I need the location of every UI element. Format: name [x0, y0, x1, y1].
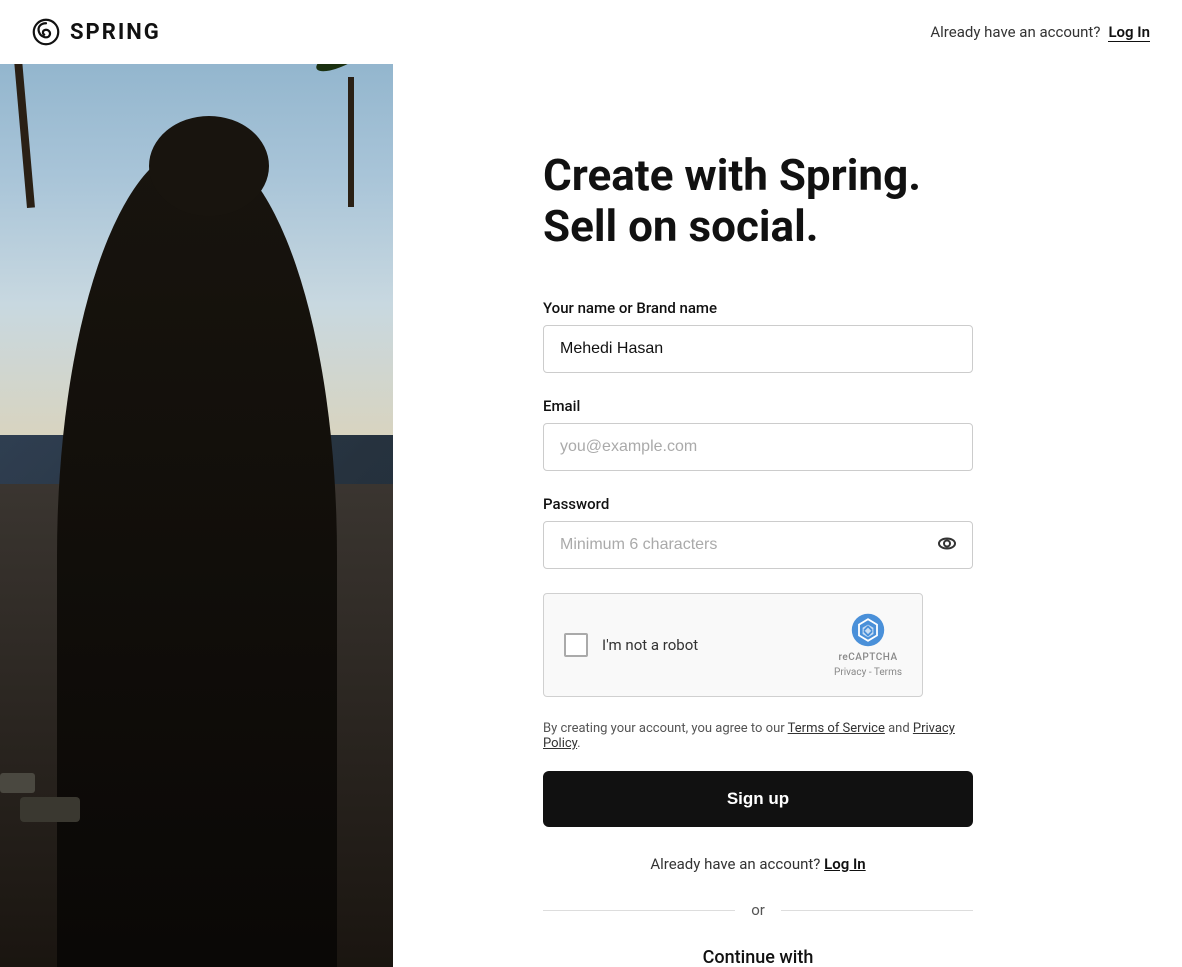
right-panel: Create with Spring. Sell on social. Your…: [393, 0, 1182, 967]
divider: or: [543, 901, 973, 919]
header-right: Already have an account? Log In: [930, 23, 1150, 42]
email-group: Email: [543, 397, 973, 471]
captcha-privacy-link[interactable]: Privacy: [834, 667, 866, 678]
header-login-link[interactable]: Log In: [1108, 23, 1150, 42]
divider-line-right: [781, 910, 973, 911]
brand-name-input[interactable]: [543, 325, 973, 373]
continue-with-heading: Continue with: [543, 947, 973, 967]
right-content: Create with Spring. Sell on social. Your…: [393, 0, 1093, 967]
captcha-label: I'm not a robot: [602, 636, 698, 654]
divider-line-left: [543, 910, 735, 911]
scene: [0, 0, 393, 967]
header: SPRING Already have an account? Log In: [0, 0, 1182, 64]
already-login-link[interactable]: Log In: [824, 855, 866, 873]
brand-name-group: Your name or Brand name: [543, 299, 973, 373]
password-label: Password: [543, 495, 973, 513]
signup-button[interactable]: Sign up: [543, 771, 973, 827]
captcha-links: Privacy - Terms: [834, 667, 902, 678]
divider-text: or: [751, 901, 765, 919]
captcha-separator: -: [869, 667, 872, 678]
terms-of-service-link[interactable]: Terms of Service: [788, 721, 885, 736]
email-label: Email: [543, 397, 973, 415]
head: [149, 116, 269, 216]
captcha-terms-link[interactable]: Terms: [874, 667, 902, 678]
email-input[interactable]: [543, 423, 973, 471]
page-title: Create with Spring. Sell on social.: [543, 150, 973, 251]
figure: [57, 145, 337, 967]
password-group: Password: [543, 495, 973, 569]
logo[interactable]: SPRING: [32, 18, 161, 46]
already-account-text: Already have an account?: [930, 23, 1100, 41]
recaptcha-box: I'm not a robot reCAPTCHA Privacy - Term…: [543, 593, 923, 697]
recaptcha-logo-icon: [850, 612, 886, 648]
spring-logo-icon: [32, 18, 60, 46]
captcha-brand: reCAPTCHA: [838, 652, 897, 663]
hero-image: [0, 0, 393, 967]
captcha-right: reCAPTCHA Privacy - Terms: [834, 612, 902, 678]
captcha-checkbox[interactable]: [564, 633, 588, 657]
logo-text: SPRING: [70, 20, 161, 45]
password-input[interactable]: [543, 521, 973, 569]
toggle-password-button[interactable]: [935, 532, 959, 559]
left-panel: [0, 0, 393, 967]
brand-name-label: Your name or Brand name: [543, 299, 973, 317]
eye-icon: [935, 532, 959, 556]
password-wrapper: [543, 521, 973, 569]
already-account-row: Already have an account? Log In: [543, 855, 973, 873]
captcha-left: I'm not a robot: [564, 633, 698, 657]
terms-text: By creating your account, you agree to o…: [543, 721, 973, 751]
